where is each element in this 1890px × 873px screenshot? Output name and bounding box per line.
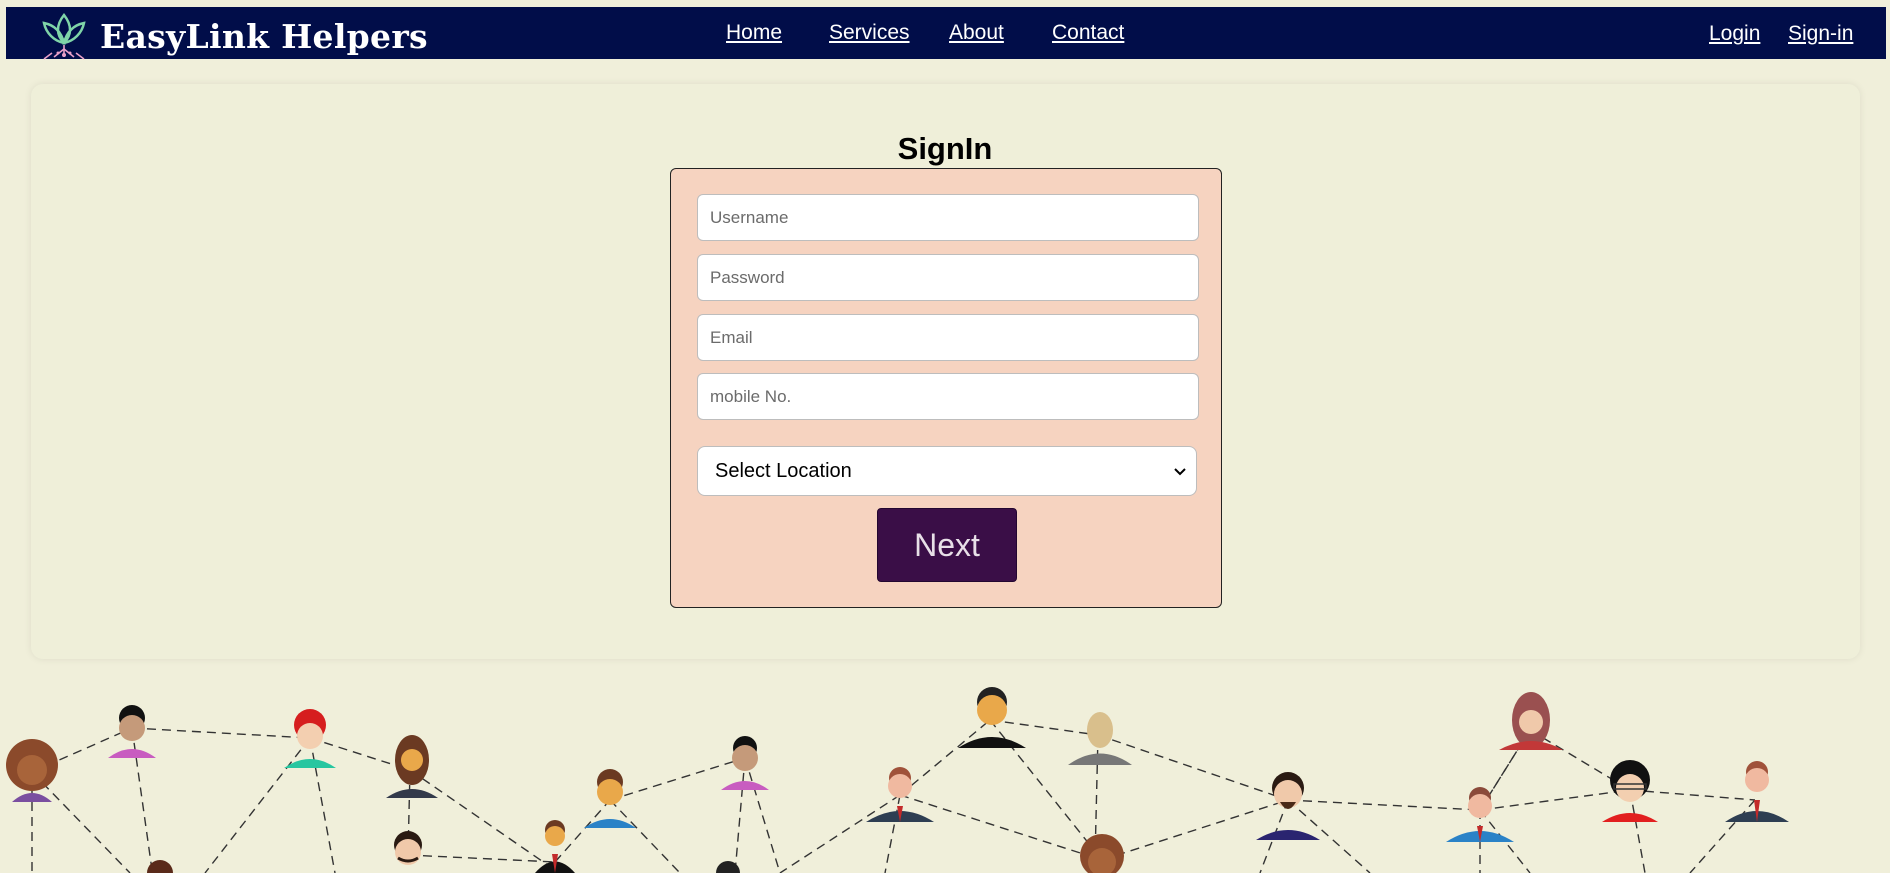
username-input[interactable] xyxy=(697,194,1199,241)
avatar-15 xyxy=(394,831,422,865)
signin-link[interactable]: Sign-in xyxy=(1788,22,1853,46)
nav-about-link[interactable]: About xyxy=(949,21,1004,45)
chevron-down-icon xyxy=(1174,468,1186,476)
avatar-10 xyxy=(1256,772,1320,840)
password-input[interactable] xyxy=(697,254,1199,301)
avatar-5 xyxy=(584,769,636,828)
avatar-11 xyxy=(1499,692,1563,750)
avatar-14 xyxy=(1725,761,1789,822)
next-button[interactable]: Next xyxy=(877,508,1017,582)
location-select[interactable]: Select Location xyxy=(697,446,1197,496)
people-network-icon xyxy=(6,687,1789,873)
nav-home-link[interactable]: Home xyxy=(726,21,782,45)
nav-services-link[interactable]: Services xyxy=(829,21,910,45)
email-input[interactable] xyxy=(697,314,1199,361)
avatar-8 xyxy=(958,687,1026,748)
signin-form: Select Location Next xyxy=(670,168,1222,608)
avatar-2 xyxy=(108,705,156,758)
avatar-12 xyxy=(1446,787,1514,842)
avatar-4 xyxy=(386,735,438,798)
mobile-input[interactable] xyxy=(697,373,1199,420)
top-navbar: EasyLink Helpers Home Services About Con… xyxy=(6,7,1886,60)
avatar-3 xyxy=(284,709,336,768)
lotus-icon xyxy=(42,12,86,60)
brand-name: EasyLink Helpers xyxy=(100,16,428,56)
login-link[interactable]: Login xyxy=(1709,22,1760,46)
nav-contact-link[interactable]: Contact xyxy=(1052,21,1124,45)
avatar-9 xyxy=(1068,712,1132,765)
location-select-value: Select Location xyxy=(715,459,852,482)
brand[interactable]: EasyLink Helpers xyxy=(36,9,428,63)
page-title: SignIn xyxy=(897,131,993,166)
